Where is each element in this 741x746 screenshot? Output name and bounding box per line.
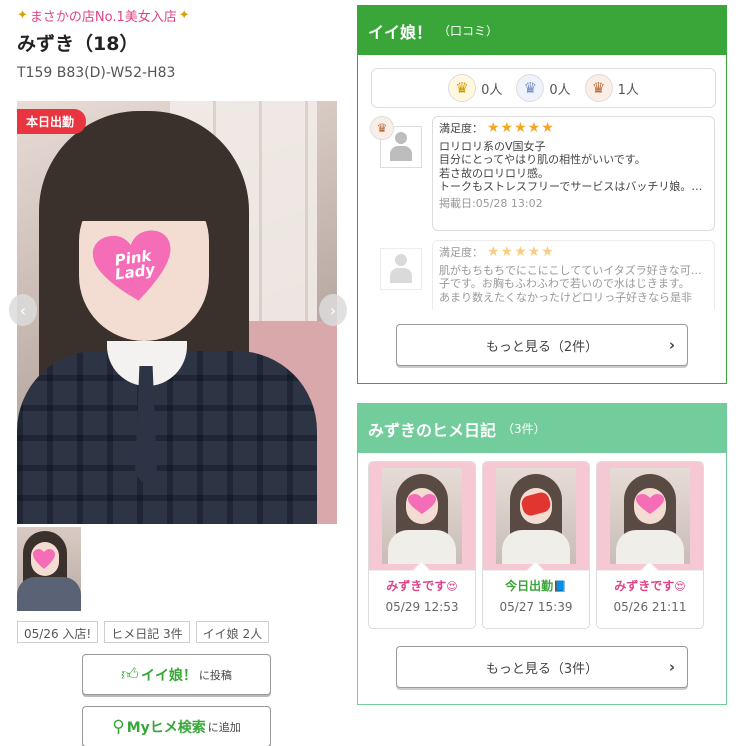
today-badge: 本日出勤	[17, 109, 87, 134]
review-text-line: 肌がもちもちでにこにこしてていイタズラ好きな可愛い	[439, 263, 708, 277]
crown-gold-count: 0人	[481, 82, 503, 98]
star-rating: ★★★★★	[487, 244, 555, 260]
chevron-right-icon: ›	[329, 300, 337, 320]
hime-diary-panel: みずきのヒメ日記 （3件） みずきです😍 05/29 12:53 今日出勤📘 0…	[357, 403, 727, 705]
tag-join-date: 05/26 入店!	[17, 621, 99, 643]
crown-bronze: ♛ 1人	[584, 74, 639, 102]
photo-prev-button[interactable]: ‹	[9, 294, 37, 326]
diary-thumbnail	[597, 462, 703, 570]
profile-column: ✦ まさかの店No.1美女入店 ✦ みずき（18） T159 B83(D)-W5…	[9, 6, 347, 746]
diary-date: 05/29 12:53	[385, 600, 459, 614]
iiko-panel-header: イイ娘！ （口コミ）	[358, 6, 726, 55]
diary-list: みずきです😍 05/29 12:53 今日出勤📘 05/27 15:39 みずき…	[368, 461, 704, 629]
add-myhime-sub: に追加	[207, 720, 241, 734]
diary-panel-header: みずきのヒメ日記 （3件）	[358, 404, 726, 453]
sparkle-icon: ✦	[17, 7, 28, 23]
profile-tags: 05/26 入店! ヒメ日記 3件 イイ娘 2人	[17, 621, 270, 643]
review-item[interactable]: 満足度： ★★★★★ 肌がもちもちでにこにこしてていイタズラ好きな可愛い 子です…	[370, 240, 715, 310]
review-text-line: 子です。お胸もふわふわで若いので水はじきます。	[439, 277, 690, 290]
person-icon	[388, 132, 414, 162]
more-reviews-button[interactable]: もっと見る（2件） ›	[396, 324, 688, 366]
diary-card[interactable]: 今日出勤📘 05/27 15:39	[482, 461, 590, 629]
silver-crown-icon: ♛	[516, 74, 545, 102]
bronze-crown-icon: ♛	[584, 74, 613, 102]
catch-copy-text: まさかの店No.1美女入店	[29, 9, 177, 25]
post-iiko-button[interactable]: 👍︎ イイ娘！ に投稿	[82, 654, 271, 695]
diary-thumbnail	[483, 462, 589, 570]
diary-title: みずきです😍	[386, 579, 458, 593]
review-text-line: 目分にとってやはり肌の相性がいいです。	[439, 153, 646, 166]
diary-date: 05/26 21:11	[613, 600, 687, 614]
chevron-right-icon: ›	[668, 658, 675, 676]
main-photo[interactable]: Pink Lady	[17, 101, 337, 524]
diary-date: 05/27 15:39	[499, 600, 573, 614]
girl-name: みずき（18）	[17, 33, 139, 55]
satisfaction-label: 満足度：	[439, 246, 483, 259]
more-reviews-label: もっと見る（2件）	[485, 339, 599, 355]
emoji-icon: 😍	[674, 580, 686, 593]
review-item[interactable]: ♛ 満足度： ★★★★★ ロリロリ系のV国女子 目分にとってやはり肌の相性がいい…	[370, 116, 715, 231]
iiko-review-panel: イイ娘！ （口コミ） ♛ 0人 ♛ 0人 ♛ 1人 ♛ 満足度： ★★★★★ ロ…	[357, 5, 727, 384]
reviewer-avatar	[380, 248, 422, 290]
photo-thumbnail[interactable]	[17, 527, 81, 611]
diary-panel-title: みずきのヒメ日記	[368, 420, 497, 440]
tag-iiko-count: イイ娘 2人	[195, 621, 270, 643]
review-text-line: 若さ故のロリロリ感。	[439, 166, 549, 180]
satisfaction-label: 満足度：	[439, 122, 483, 135]
add-myhime-button[interactable]: ⚲ Myヒメ検索 に追加	[82, 706, 271, 746]
gold-crown-icon: ♛	[448, 74, 477, 102]
diary-title: みずきです😍	[614, 579, 686, 593]
diary-thumbnail	[369, 462, 475, 570]
diary-title: 今日出勤📘	[505, 579, 567, 593]
diary-card[interactable]: みずきです😍 05/26 21:11	[596, 461, 704, 629]
emoji-icon: 😍	[446, 580, 458, 593]
catch-copy: ✦ まさかの店No.1美女入店 ✦	[17, 6, 342, 25]
review-text-line: あまり数えたくなかったけどロリっ子好きなら是非	[439, 290, 692, 304]
crown-gold: ♛ 0人	[448, 74, 502, 102]
review-date: 掲載日:05/28 13:02	[439, 196, 543, 210]
review-text-line: ロリロリ系のV国女子	[439, 139, 546, 153]
tag-diary-count: ヒメ日記 3件	[104, 621, 190, 643]
person-icon	[388, 254, 414, 284]
review-bubble: 満足度： ★★★★★ 肌がもちもちでにこにこしてていイタズラ好きな可愛い 子です…	[432, 240, 715, 310]
star-rating: ★★★★★	[487, 120, 555, 136]
diary-panel-subtitle: （3件）	[502, 422, 546, 436]
post-iiko-sub: に投稿	[198, 668, 232, 682]
photo-next-button[interactable]: ›	[319, 294, 347, 326]
sparkle-icon: ✦	[178, 7, 190, 23]
crown-bronze-count: 1人	[617, 82, 639, 98]
emoji-icon: 📘	[553, 580, 567, 593]
review-bubble: 満足度： ★★★★★ ロリロリ系のV国女子 目分にとってやはり肌の相性がいいです…	[432, 116, 715, 231]
more-diary-label: もっと見る（3件）	[485, 661, 599, 677]
crown-silver: ♛ 0人	[516, 74, 571, 102]
review-text-line: トークもストレスフリーでサービスはバッチリ娘。…	[439, 180, 703, 193]
chevron-left-icon: ‹	[19, 300, 27, 320]
girl-spec: T159 B83(D)-W52-H83	[17, 65, 176, 81]
bronze-crown-icon: ♛	[370, 116, 394, 140]
thumbs-up-icon: 👍︎	[121, 665, 139, 685]
diary-card[interactable]: みずきです😍 05/29 12:53	[368, 461, 476, 629]
crown-summary: ♛ 0人 ♛ 0人 ♛ 1人	[371, 68, 716, 108]
iiko-panel-subtitle: （口コミ）	[438, 24, 499, 38]
post-iiko-label: イイ娘！	[140, 667, 197, 684]
chevron-right-icon: ›	[668, 336, 675, 354]
search-icon: ⚲	[112, 716, 125, 737]
add-myhime-label: Myヒメ検索	[126, 719, 206, 736]
iiko-panel-title: イイ娘！	[368, 22, 433, 42]
more-diary-button[interactable]: もっと見る（3件） ›	[396, 646, 688, 688]
crown-silver-count: 0人	[549, 82, 571, 98]
